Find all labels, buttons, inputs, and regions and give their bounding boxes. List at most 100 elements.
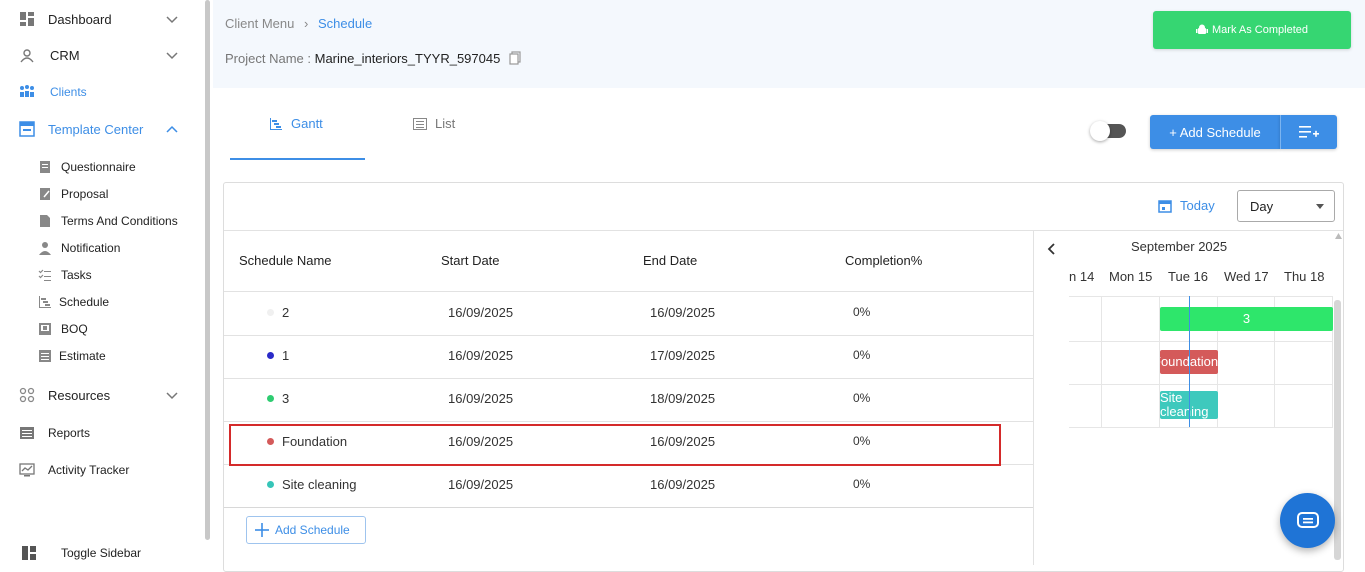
timeline-day-header: n 14 [1069, 269, 1095, 284]
toggle-knob [1090, 121, 1110, 141]
sidebar-item-reports[interactable]: Reports [0, 424, 200, 442]
timeline-row-divider [1069, 384, 1333, 385]
sidebar-subitem-questionnaire[interactable]: Questionnaire [0, 160, 200, 174]
android-icon [1196, 24, 1208, 34]
sidebar-item-label: CRM [50, 47, 80, 63]
sidebar-subitem-label: Estimate [59, 349, 106, 363]
row-start-date: 16/09/2025 [448, 391, 514, 406]
gantt-bar[interactable]: 3 [1160, 307, 1333, 331]
document-icon [40, 215, 50, 227]
row-name: Site cleaning [282, 477, 357, 492]
activity-icon [18, 461, 36, 479]
add-schedule-row-button[interactable]: Add Schedule [246, 516, 366, 544]
sidebar-subitem-boq[interactable]: BOQ [0, 322, 200, 336]
view-toggle[interactable] [1090, 121, 1126, 141]
sidebar-item-label: Reports [48, 426, 91, 440]
tab-gantt[interactable]: Gantt [269, 116, 323, 131]
timeline-scrollbar[interactable] [1334, 300, 1341, 560]
row-color-dot [267, 481, 274, 488]
view-mode-value: Day [1250, 198, 1274, 214]
gantt-icon [39, 296, 51, 308]
timeline-row-divider [1069, 341, 1333, 342]
column-header-start[interactable]: Start Date [441, 253, 500, 268]
crm-icon [18, 46, 36, 64]
dashboard-icon [18, 10, 36, 28]
sidebar-item-crm[interactable]: CRM [0, 46, 200, 64]
proposal-icon [40, 188, 50, 200]
toggle-sidebar-button[interactable]: Toggle Sidebar [0, 544, 200, 562]
breadcrumb: Client Menu › Schedule [225, 16, 372, 31]
sidebar-subitem-proposal[interactable]: Proposal [0, 187, 200, 201]
mark-completed-label: Mark As Completed [1212, 24, 1308, 36]
chevron-down-icon [166, 52, 178, 60]
sidebar-subitem-estimate[interactable]: Estimate [0, 349, 200, 363]
divider [224, 230, 1343, 231]
sidebar-subitem-label: Tasks [61, 268, 92, 282]
column-header-completion[interactable]: Completion% [845, 253, 922, 268]
sidebar-subitem-label: Terms And Conditions [61, 214, 178, 228]
today-label: Today [1180, 198, 1215, 213]
sidebar-subitem-notification[interactable]: Notification [0, 241, 200, 255]
divider [224, 507, 1033, 508]
sidebar-subitem-label: Notification [61, 241, 121, 255]
sidebar-subitem-label: Schedule [59, 295, 110, 309]
add-schedule-label: + Add Schedule [1169, 124, 1261, 140]
sidebar-item-label: Clients [50, 85, 87, 99]
clients-icon [18, 83, 36, 101]
today-button[interactable]: Today [1158, 198, 1215, 213]
project-value: Marine_interiors_TYYR_597045 [314, 51, 501, 66]
view-mode-select[interactable]: Day [1237, 190, 1335, 222]
row-start-date: 16/09/2025 [448, 477, 514, 492]
boq-icon [39, 323, 51, 335]
breadcrumb-separator-icon: › [304, 16, 309, 31]
breadcrumb-current: Schedule [317, 16, 373, 31]
divider [1033, 230, 1034, 565]
copy-icon[interactable] [508, 51, 522, 65]
sidebar-subitem-terms[interactable]: Terms And Conditions [0, 214, 200, 228]
questionnaire-icon [40, 161, 50, 173]
timeline-day-header: Thu 18 [1284, 269, 1325, 284]
dropdown-arrow-icon [1316, 204, 1324, 209]
sidebar-item-template-center[interactable]: Template Center [0, 120, 200, 138]
chevron-left-icon[interactable] [1046, 242, 1056, 256]
sidebar-subitem-label: BOQ [61, 322, 88, 336]
active-tab-indicator [230, 158, 365, 160]
list-icon [413, 117, 427, 130]
sidebar-item-label: Activity Tracker [48, 463, 130, 477]
column-header-name[interactable]: Schedule Name [239, 253, 332, 268]
plus-icon [255, 523, 269, 537]
sidebar-item-dashboard[interactable]: Dashboard [0, 10, 200, 28]
sidebar-scrollbar[interactable] [205, 0, 210, 540]
table-row[interactable] [224, 292, 1033, 335]
timeline-day-header: Tue 16 [1168, 269, 1208, 284]
calendar-icon [1158, 199, 1172, 213]
chat-icon [1296, 511, 1319, 528]
user-icon [39, 242, 51, 255]
sidebar-item-label: Dashboard [48, 11, 112, 27]
chevron-down-icon [166, 392, 178, 400]
table-row[interactable] [224, 335, 1033, 378]
chat-button[interactable] [1280, 493, 1335, 548]
sidebar-item-activity-tracker[interactable]: Activity Tracker [0, 461, 200, 479]
playlist-add-icon [1299, 126, 1319, 138]
resources-icon [18, 386, 36, 404]
sidebar-subitem-label: Questionnaire [61, 160, 136, 174]
row-start-date: 16/09/2025 [448, 348, 514, 363]
sidebar-item-resources[interactable]: Resources [0, 386, 200, 404]
mark-completed-button[interactable]: Mark As Completed [1153, 11, 1351, 49]
tab-label: Gantt [291, 116, 323, 131]
tab-list[interactable]: List [413, 116, 455, 131]
sidebar-subitem-tasks[interactable]: Tasks [0, 268, 200, 282]
add-list-button[interactable] [1280, 115, 1337, 149]
sidebar-subitem-schedule[interactable]: Schedule [0, 295, 200, 309]
gantt-icon [270, 117, 282, 130]
scroll-up-icon[interactable] [1335, 233, 1342, 239]
row-end-date: 18/09/2025 [650, 391, 716, 406]
add-schedule-button[interactable]: + Add Schedule [1150, 115, 1280, 149]
row-completion: 0% [853, 391, 871, 405]
breadcrumb-parent[interactable]: Client Menu [225, 16, 294, 31]
table-row[interactable] [224, 378, 1033, 421]
column-header-end[interactable]: End Date [643, 253, 697, 268]
row-completion: 0% [853, 477, 871, 491]
sidebar-item-clients[interactable]: Clients [0, 83, 200, 101]
